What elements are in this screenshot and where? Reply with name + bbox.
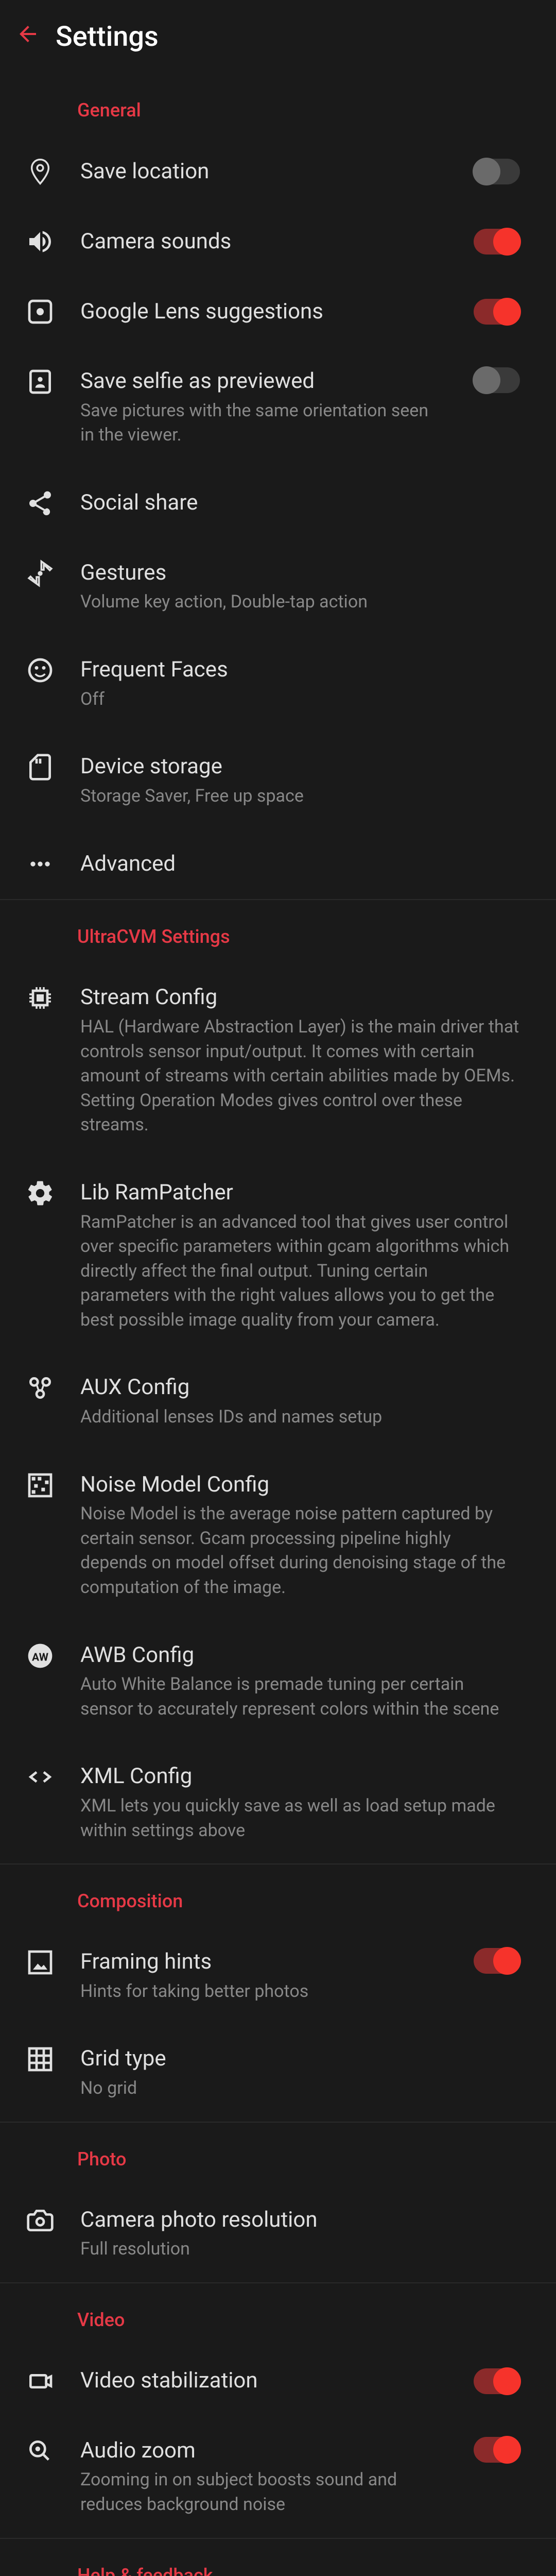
save-location-title: Save location (80, 158, 448, 186)
video-stabilization-toggle[interactable] (474, 2368, 520, 2394)
frame-icon (26, 1948, 55, 1977)
save-selfie-desc: Save pictures with the same orientation … (80, 399, 448, 448)
audio-zoom-title: Audio zoom (80, 2437, 448, 2465)
back-button[interactable] (15, 22, 40, 53)
aux-config-desc: Additional lenses IDs and names setup (80, 1405, 530, 1430)
row-camera-sounds[interactable]: Camera sounds (0, 207, 556, 277)
row-framing-hints[interactable]: Framing hints Hints for taking better ph… (0, 1927, 556, 2024)
row-audio-zoom[interactable]: Audio zoom Zooming in on subject boosts … (0, 2416, 556, 2538)
stream-config-title: Stream Config (80, 984, 530, 1012)
framing-hints-toggle[interactable] (474, 1948, 520, 1974)
xml-icon (26, 1762, 55, 1791)
awb-config-desc: Auto White Balance is premade tuning per… (80, 1672, 530, 1721)
row-advanced[interactable]: Advanced (0, 829, 556, 899)
camera-sounds-toggle[interactable] (474, 229, 520, 255)
share-icon (26, 489, 55, 518)
camera-sounds-title: Camera sounds (80, 228, 448, 256)
gear-icon (26, 1179, 55, 1208)
aux-icon (26, 1374, 55, 1402)
google-lens-title: Google Lens suggestions (80, 298, 448, 326)
device-storage-title: Device storage (80, 753, 530, 781)
grid-type-title: Grid type (80, 2045, 530, 2073)
row-frequent-faces[interactable]: Frequent Faces Off (0, 635, 556, 732)
lib-rampatcher-title: Lib RamPatcher (80, 1179, 530, 1207)
google-lens-toggle[interactable] (474, 299, 520, 325)
section-photo: Photo (0, 2123, 556, 2185)
storage-icon (26, 753, 55, 782)
xml-config-desc: XML lets you quickly save as well as loa… (80, 1794, 530, 1843)
row-google-lens[interactable]: Google Lens suggestions (0, 277, 556, 347)
svg-text:AW: AW (32, 1651, 49, 1664)
social-share-title: Social share (80, 489, 530, 517)
save-selfie-toggle[interactable] (474, 367, 520, 393)
save-selfie-title: Save selfie as previewed (80, 367, 448, 396)
audio-zoom-desc: Zooming in on subject boosts sound and r… (80, 2468, 448, 2517)
more-icon (26, 850, 55, 878)
gestures-desc: Volume key action, Double-tap action (80, 590, 530, 615)
row-aux-config[interactable]: AUX Config Additional lenses IDs and nam… (0, 1353, 556, 1450)
row-gestures[interactable]: Gestures Volume key action, Double-tap a… (0, 538, 556, 635)
speaker-icon (26, 227, 55, 256)
stream-config-desc: HAL (Hardware Abstraction Layer) is the … (80, 1015, 530, 1138)
selfie-icon (26, 367, 55, 396)
noise-model-title: Noise Model Config (80, 1471, 530, 1499)
framing-hints-title: Framing hints (80, 1948, 448, 1976)
section-ultracvm: UltraCVM Settings (0, 900, 556, 963)
row-awb-config[interactable]: AW AWB Config Auto White Balance is prem… (0, 1621, 556, 1742)
grid-icon (26, 2045, 55, 2074)
save-location-toggle[interactable] (474, 159, 520, 184)
row-noise-model[interactable]: Noise Model Config Noise Model is the av… (0, 1450, 556, 1621)
noise-icon (26, 1471, 55, 1500)
gestures-title: Gestures (80, 559, 530, 587)
stabilization-icon (26, 2367, 55, 2396)
row-xml-config[interactable]: XML Config XML lets you quickly save as … (0, 1742, 556, 1863)
row-photo-resolution[interactable]: Camera photo resolution Full resolution (0, 2185, 556, 2282)
row-device-storage[interactable]: Device storage Storage Saver, Free up sp… (0, 732, 556, 829)
awb-icon: AW (26, 1641, 55, 1670)
device-storage-desc: Storage Saver, Free up space (80, 784, 530, 809)
header: Settings (0, 0, 556, 74)
section-general: General (0, 74, 556, 137)
lib-rampatcher-desc: RamPatcher is an advanced tool that give… (80, 1210, 530, 1333)
frequent-faces-desc: Off (80, 687, 530, 712)
grid-type-desc: No grid (80, 2076, 530, 2101)
audio-zoom-icon (26, 2437, 55, 2466)
video-stabilization-title: Video stabilization (80, 2367, 448, 2395)
row-save-selfie[interactable]: Save selfie as previewed Save pictures w… (0, 347, 556, 468)
row-grid-type[interactable]: Grid type No grid (0, 2024, 556, 2121)
row-stream-config[interactable]: Stream Config HAL (Hardware Abstraction … (0, 963, 556, 1158)
advanced-title: Advanced (80, 850, 530, 878)
photo-resolution-title: Camera photo resolution (80, 2206, 530, 2234)
photo-resolution-desc: Full resolution (80, 2237, 530, 2262)
section-help: Help & feedback (0, 2539, 556, 2576)
row-lib-rampatcher[interactable]: Lib RamPatcher RamPatcher is an advanced… (0, 1158, 556, 1353)
row-save-location[interactable]: Save location (0, 137, 556, 207)
noise-model-desc: Noise Model is the average noise pattern… (80, 1502, 530, 1600)
awb-config-title: AWB Config (80, 1641, 530, 1670)
framing-hints-desc: Hints for taking better photos (80, 1979, 448, 2004)
audio-zoom-toggle[interactable] (474, 2437, 520, 2463)
section-composition: Composition (0, 1865, 556, 1927)
chip-icon (26, 984, 55, 1012)
xml-config-title: XML Config (80, 1762, 530, 1791)
face-icon (26, 656, 55, 685)
page-title: Settings (56, 21, 159, 53)
frequent-faces-title: Frequent Faces (80, 656, 530, 684)
section-video: Video (0, 2283, 556, 2346)
location-icon (26, 157, 55, 186)
gesture-icon (26, 559, 55, 588)
camera-icon (26, 2206, 55, 2235)
row-video-stabilization[interactable]: Video stabilization (0, 2346, 556, 2416)
row-social-share[interactable]: Social share (0, 468, 556, 538)
aux-config-title: AUX Config (80, 1374, 530, 1402)
lens-icon (26, 297, 55, 326)
